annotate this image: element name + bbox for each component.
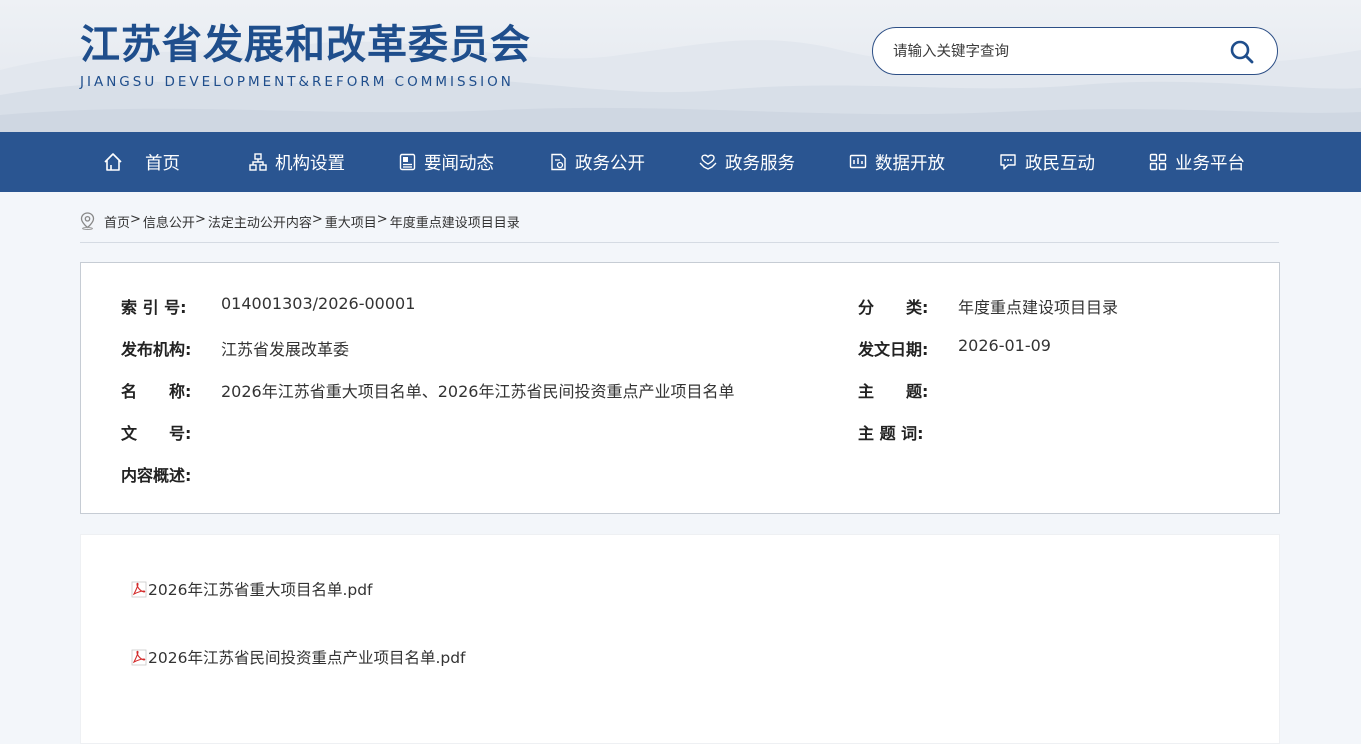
- search-input[interactable]: [891, 38, 1215, 66]
- home-icon: [104, 153, 122, 171]
- nav-item-gov-service[interactable]: 政务服务: [699, 132, 795, 192]
- pdf-icon: [131, 581, 147, 597]
- meta-row-publisher: 发布机构: 江苏省发展改革委 发文日期: 2026-01-09: [81, 336, 1279, 359]
- service-hands-icon: [699, 154, 717, 170]
- org-chart-icon: [249, 153, 267, 171]
- site-title[interactable]: 江苏省发展和改革委员会: [80, 12, 531, 70]
- nav-item-interaction[interactable]: 政民互动: [999, 132, 1095, 192]
- attachment-link[interactable]: 2026年江苏省民间投资重点产业项目名单.pdf: [131, 646, 466, 668]
- breadcrumb-item-current[interactable]: 年度重点建设项目目录: [390, 212, 520, 231]
- docno-label: 文 号:: [121, 424, 192, 443]
- main-nav: 首页 机构设置 要闻动态 政务公开 政务服务 数据开放 政民互动 业务平台: [0, 132, 1361, 192]
- nav-label: 数据开放: [875, 153, 945, 174]
- nav-item-platform[interactable]: 业务平台: [1149, 132, 1245, 192]
- chat-icon: [1000, 154, 1016, 170]
- nav-label: 要闻动态: [424, 153, 494, 174]
- meta-row-summary: 内容概述:: [81, 462, 1279, 485]
- nav-item-gov-open[interactable]: 政务公开: [550, 132, 645, 192]
- category-label: 分 类:: [858, 298, 929, 317]
- meta-row-name: 名 称: 2026年江苏省重大项目名单、2026年江苏省民间投资重点产业项目名单…: [81, 378, 1279, 401]
- nav-item-org[interactable]: 机构设置: [249, 132, 345, 192]
- keywords-label: 主 题 词:: [858, 424, 924, 443]
- nav-item-home[interactable]: 首页: [103, 132, 180, 192]
- search-icon[interactable]: [1229, 39, 1255, 65]
- subject-label: 主 题:: [858, 382, 929, 401]
- site-header: 江苏省发展和改革委员会 JIANGSU DEVELOPMENT&REFORM C…: [0, 0, 1361, 132]
- meta-row-index: 索 引 号: 014001303/2026-00001 分 类: 年度重点建设项…: [81, 294, 1279, 317]
- meta-row-docno: 文 号: 主 题 词:: [81, 420, 1279, 443]
- breadcrumb-item[interactable]: 信息公开: [143, 212, 195, 231]
- name-value: 2026年江苏省重大项目名单、2026年江苏省民间投资重点产业项目名单: [221, 382, 735, 401]
- nav-label: 政务服务: [725, 153, 795, 174]
- breadcrumb-separator: >: [311, 212, 323, 227]
- publisher-label: 发布机构:: [121, 340, 192, 359]
- data-icon: [849, 154, 867, 168]
- breadcrumb-separator: >: [376, 212, 388, 227]
- pdf-icon: [131, 649, 147, 665]
- attachment-link[interactable]: 2026年江苏省重大项目名单.pdf: [131, 578, 373, 600]
- location-icon: [80, 212, 95, 230]
- attachment-name: 2026年江苏省重大项目名单.pdf: [148, 581, 373, 599]
- index-label: 索 引 号:: [121, 298, 187, 317]
- article-content: 2026年江苏省重大项目名单.pdf 2026年江苏省民间投资重点产业项目名单.…: [80, 534, 1280, 744]
- search-box: [872, 27, 1278, 75]
- nav-label: 政民互动: [1025, 153, 1095, 174]
- attachment-name: 2026年江苏省民间投资重点产业项目名单.pdf: [148, 649, 466, 667]
- category-value: 年度重点建设项目目录: [958, 298, 1119, 317]
- nav-label: 业务平台: [1175, 153, 1245, 174]
- date-label: 发文日期:: [858, 340, 929, 359]
- index-value: 014001303/2026-00001: [221, 294, 416, 313]
- document-icon: [551, 153, 566, 171]
- summary-label: 内容概述:: [121, 466, 192, 485]
- breadcrumb-item[interactable]: 首页: [104, 212, 130, 231]
- breadcrumb-separator: >: [130, 212, 141, 227]
- grid-icon: [1149, 153, 1167, 171]
- nav-item-news[interactable]: 要闻动态: [399, 132, 494, 192]
- nav-label: 政务公开: [575, 153, 645, 174]
- date-value: 2026-01-09: [958, 336, 1051, 355]
- nav-label: 机构设置: [275, 153, 345, 174]
- news-icon: [399, 153, 416, 171]
- breadcrumb-separator: >: [194, 212, 206, 227]
- breadcrumb-item[interactable]: 法定主动公开内容: [208, 212, 312, 231]
- name-label: 名 称:: [121, 382, 192, 401]
- breadcrumb: 首页 > 信息公开 > 法定主动公开内容 > 重大项目 > 年度重点建设项目目录: [80, 212, 1279, 243]
- site-subtitle: JIANGSU DEVELOPMENT&REFORM COMMISSION: [80, 74, 514, 90]
- document-metadata: 索 引 号: 014001303/2026-00001 分 类: 年度重点建设项…: [80, 262, 1280, 514]
- breadcrumb-item[interactable]: 重大项目: [325, 212, 377, 231]
- nav-item-data-open[interactable]: 数据开放: [849, 132, 945, 192]
- nav-label: 首页: [145, 153, 180, 174]
- publisher-value: 江苏省发展改革委: [221, 340, 350, 359]
